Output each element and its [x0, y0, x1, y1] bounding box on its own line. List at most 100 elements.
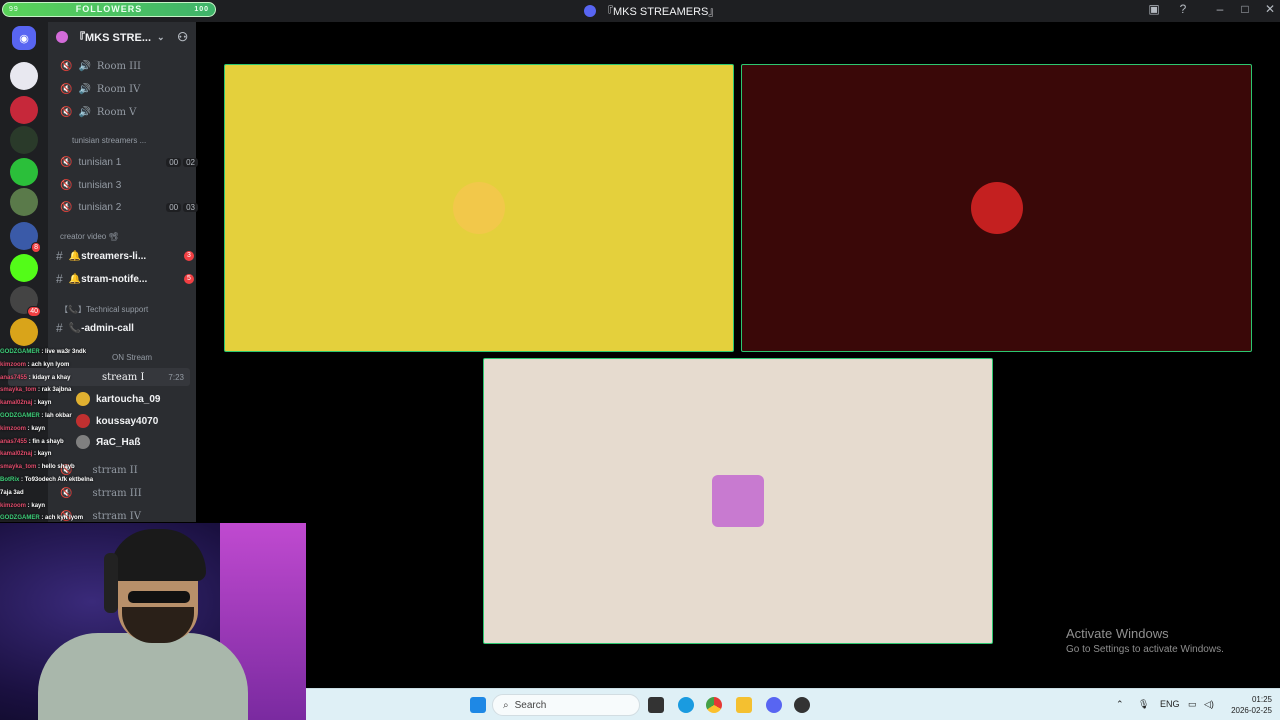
server-icon[interactable]	[10, 62, 38, 90]
voice-channel[interactable]: 🔇 tunisian 1 00 02	[60, 152, 198, 172]
category-creator-video[interactable]: creator video 📽	[60, 232, 119, 241]
mention-badge: 8	[31, 242, 41, 253]
user-count-current: 00	[166, 157, 182, 167]
title-bar: 99 FOLLOWERS 100 『MKS STREAMERS』 ▣ ? – □…	[0, 0, 1280, 22]
voice-channel[interactable]: 🔇 🔊 Room V	[60, 102, 198, 122]
chat-message: kamal02naj : kayn	[0, 451, 52, 458]
voice-tile-3[interactable]	[483, 358, 993, 644]
activate-line2: Go to Settings to activate Windows.	[1066, 644, 1224, 655]
tray-chevron-icon[interactable]: ⌃	[1116, 699, 1124, 710]
discord-taskbar-icon[interactable]	[766, 697, 782, 713]
server-icon[interactable]: 8	[10, 222, 41, 253]
chat-text: kayn	[31, 425, 46, 432]
followers-current: 99	[9, 6, 19, 13]
chat-text: ach kyn lyom	[31, 361, 70, 368]
edge-icon[interactable]	[678, 697, 694, 713]
window-title: 『MKS STREAMERS』	[584, 3, 719, 19]
chat-username: kimzoom	[0, 361, 27, 368]
chrome-icon[interactable]	[706, 697, 722, 713]
chat-text: rak 3ajbna	[41, 387, 72, 394]
unread-badge: 5	[184, 274, 194, 284]
taskbar-search[interactable]: ⌕ Search	[492, 694, 640, 716]
taskbar-clock[interactable]: 01:25 2026-02-25	[1226, 694, 1272, 716]
server-icon[interactable]	[10, 254, 38, 282]
server-icon[interactable]	[10, 318, 38, 346]
minimize-button[interactable]: –	[1210, 2, 1230, 16]
participant-avatar	[712, 475, 764, 527]
file-explorer-icon[interactable]	[736, 697, 752, 713]
chat-username: smayka_tom	[0, 464, 37, 471]
category-tunisian[interactable]: tunisian streamers ...	[72, 136, 146, 145]
chat-message: smayka_tom : hello shayb	[0, 464, 75, 471]
voice-channel[interactable]: 🔇 tunisian 3	[60, 175, 198, 195]
taskbar: ⌕ Search ⌃ 🎙 ENG ▭ ◁) 01:25 2026-02-25	[306, 688, 1280, 720]
voice-channel-name: tunisian 1	[78, 156, 122, 168]
maximize-button[interactable]: □	[1235, 2, 1255, 16]
windows-start-icon[interactable]	[470, 697, 486, 713]
unread-badge: 3	[184, 251, 194, 261]
volume-icon[interactable]: ◁)	[1204, 699, 1214, 710]
streamer-beanie	[110, 529, 206, 581]
chat-text: fin a shayb	[32, 438, 64, 445]
voice-channel-name: stream I	[102, 371, 145, 383]
speaker-muted-icon: 🔇	[60, 179, 73, 191]
category-on-stream[interactable]: ON Stream	[112, 353, 152, 362]
server-icon[interactable]	[10, 96, 38, 124]
text-channel[interactable]: # 📞-admin-call	[56, 318, 194, 338]
inbox-icon[interactable]: ▣	[1144, 2, 1164, 16]
text-channel-name: 🔔streamers-li...	[68, 250, 147, 262]
speaker-muted-icon: 🔇	[60, 106, 73, 118]
member-name: ЯaC_Haß	[96, 436, 141, 448]
text-channel[interactable]: # 🔔stram-notife... 5	[56, 269, 194, 289]
speaker-icon: 🔊	[78, 106, 91, 118]
chat-username: kamal02naj	[0, 400, 33, 407]
task-view-icon[interactable]	[648, 697, 664, 713]
voice-channel[interactable]: 🔇 🔊 Room III	[60, 56, 198, 76]
chat-message: anas7455 : kidayr a khay	[0, 374, 71, 381]
network-icon[interactable]: ▭	[1188, 699, 1197, 710]
voice-channel-name: tunisian 3	[78, 179, 122, 191]
server-icon[interactable]: 40	[10, 286, 41, 317]
chat-username: anas7455	[0, 438, 28, 445]
text-channel[interactable]: # 🔔streamers-li... 3	[56, 246, 194, 266]
clock-time: 01:25	[1251, 695, 1272, 704]
chat-text: live wa3r 3ndk	[45, 349, 87, 355]
help-icon[interactable]: ?	[1173, 2, 1193, 16]
chat-message: BotRix : To93odech Afk ektbelna 7aja 3ad	[0, 476, 94, 496]
server-icon[interactable]	[10, 158, 38, 186]
voice-channel-name: Room V	[96, 106, 137, 118]
user-count: 00 02	[166, 157, 198, 167]
obs-icon[interactable]	[794, 697, 810, 713]
chat-message: GODZGAMER : live wa3r 3ndk	[0, 349, 87, 355]
participant-avatar	[970, 182, 1023, 234]
speaker-icon: 🔊	[78, 60, 91, 72]
hash-icon: #	[56, 272, 63, 286]
category-technical[interactable]: 【📞】Technical support	[60, 304, 148, 315]
server-icon[interactable]	[10, 188, 38, 216]
chat-text: kidayr a khay	[32, 374, 71, 381]
voice-channel[interactable]: 🔇 tunisian 2 00 03	[60, 197, 198, 217]
voice-channel[interactable]: 🔇 🔊 Room IV	[60, 79, 198, 99]
chat-username: kamal02naj	[0, 451, 33, 458]
sunglasses	[128, 591, 190, 603]
window-title-text: 『MKS STREAMERS』	[602, 6, 720, 18]
voice-tile-1[interactable]	[224, 64, 734, 352]
chat-text: kayn	[37, 400, 52, 407]
clock-date: 2026-02-25	[1231, 706, 1272, 715]
chat-text: kayn	[31, 502, 46, 509]
microphone-icon[interactable]: 🎙	[1138, 699, 1149, 710]
voice-channel-name: Room III	[96, 60, 141, 72]
server-header[interactable]: 『MKS STRE... ⌄ ⚇	[48, 22, 196, 52]
chat-username: kimzoom	[0, 425, 27, 432]
participant-avatar	[453, 182, 505, 234]
chevron-down-icon: ⌄	[157, 31, 165, 42]
speaker-muted-icon: 🔇	[60, 156, 73, 168]
invite-people-icon[interactable]: ⚇	[177, 30, 188, 44]
discord-home-icon[interactable]: ◉	[12, 26, 36, 50]
server-icon[interactable]	[10, 126, 38, 154]
language-indicator[interactable]: ENG	[1160, 699, 1180, 709]
voice-tile-2[interactable]	[741, 64, 1252, 352]
chat-message: kimzoom : ach kyn lyom	[0, 361, 70, 368]
close-button[interactable]: ✕	[1260, 2, 1280, 16]
chat-username: GODZGAMER	[0, 349, 40, 355]
